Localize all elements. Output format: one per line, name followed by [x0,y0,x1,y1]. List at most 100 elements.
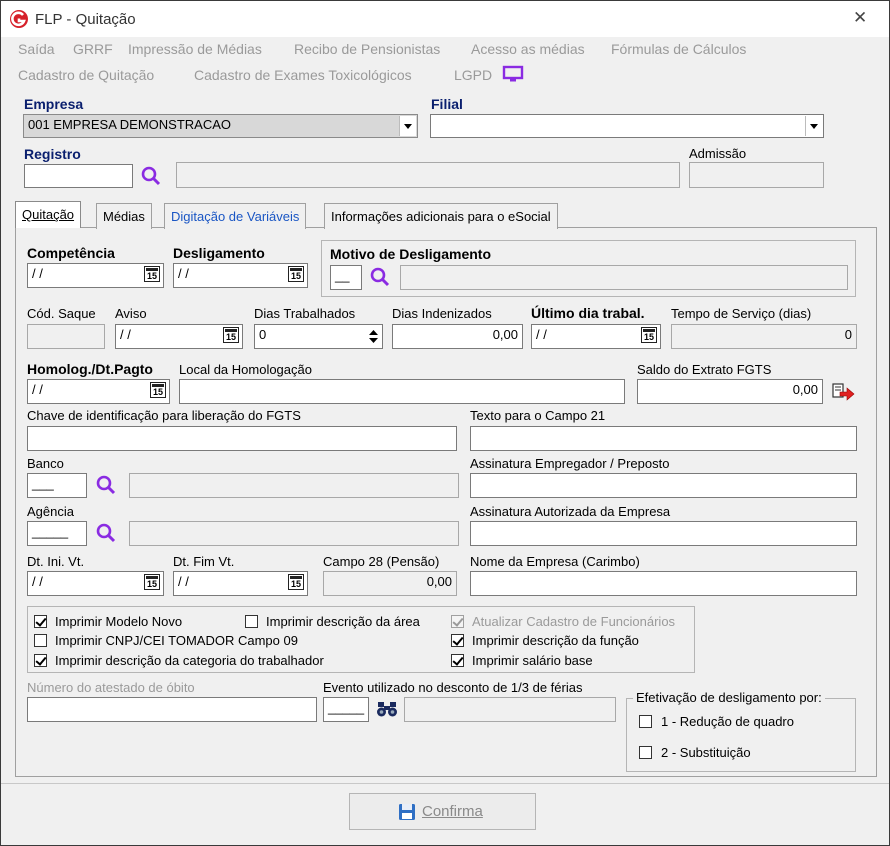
dias-trabalhados-value: 0 [259,327,267,342]
homolog-label: Homolog./Dt.Pagto [27,361,153,377]
assinatura-empregador-input[interactable] [470,473,857,498]
homolog-input[interactable]: / / 15 [27,379,170,404]
atestado-obito-input[interactable] [27,697,317,722]
substituicao-label: 2 - Substituição [661,745,751,760]
saldo-fgts-value: 0,00 [792,382,818,397]
reducao-quadro-checkbox[interactable] [639,715,652,728]
salario-base-label: Imprimir salário base [472,653,593,668]
aviso-label: Aviso [115,306,147,321]
close-icon[interactable]: ✕ [853,8,867,28]
dias-trabalhados-label: Dias Trabalhados [254,306,356,321]
menu-formulas-calculos[interactable]: Fórmulas de Cálculos [611,41,746,57]
descricao-funcao-checkbox[interactable] [451,634,464,647]
substituicao-checkbox[interactable] [639,746,652,759]
spin-arrows-icon[interactable] [368,328,379,345]
agencia-label: Agência [27,504,74,519]
calendar-icon[interactable]: 15 [144,574,160,590]
menu-grrf[interactable]: GRRF [73,41,113,57]
admissao-field [689,162,824,188]
tempo-servico-field: 0 [671,324,857,349]
assinatura-autorizada-input[interactable] [470,521,857,546]
dt-fim-vt-input[interactable]: / / 15 [173,571,308,596]
motivo-label: Motivo de Desligamento [330,246,492,262]
menu-saida[interactable]: Saída [18,41,55,57]
motivo-code-input[interactable]: __ [330,265,362,290]
registro-label: Registro [24,146,81,162]
desligamento-input[interactable]: / / 15 [173,263,308,288]
motivo-code-value: __ [335,268,350,283]
descricao-categoria-checkbox[interactable] [34,654,47,667]
cnpj-tomador-checkbox[interactable] [34,634,47,647]
menu-lgpd[interactable]: LGPD [454,67,492,83]
agencia-input[interactable]: _____ [27,521,87,546]
logo-g-icon [10,10,28,28]
footer-separator [1,783,889,784]
export-arrow-icon[interactable] [831,382,855,402]
competencia-input[interactable]: / / 15 [27,263,164,288]
texto-campo21-input[interactable] [470,426,857,451]
calendar-icon[interactable]: 15 [288,574,304,590]
chave-fgts-input[interactable] [27,426,457,451]
dt-ini-vt-label: Dt. Ini. Vt. [27,554,85,569]
menu-recibo-pensionistas[interactable]: Recibo de Pensionistas [294,41,440,57]
salario-base-checkbox[interactable] [451,654,464,667]
banco-name-field [129,473,459,498]
calendar-icon[interactable]: 15 [223,327,239,343]
homolog-value: / / [32,382,43,397]
registro-input[interactable] [24,164,133,188]
confirma-button[interactable]: Confirma [349,793,536,830]
descricao-funcao-label: Imprimir descrição da função [472,633,639,648]
texto-campo21-label: Texto para o Campo 21 [470,408,606,423]
menu-cadastro-exames[interactable]: Cadastro de Exames Toxicológicos [194,67,412,83]
menu-impressao-medias[interactable]: Impressão de Médias [128,41,262,57]
tab-info-esocial[interactable]: Informações adicionais para o eSocial [324,203,558,229]
ultimo-dia-input[interactable]: / / 15 [531,324,661,349]
nome-empresa-label: Nome da Empresa (Carimbo) [470,554,640,569]
empresa-select[interactable]: 001 EMPRESA DEMONSTRACAO [23,114,418,138]
dias-indenizados-input[interactable]: 0,00 [392,324,523,349]
chevron-down-icon[interactable] [399,116,416,136]
descricao-area-checkbox[interactable] [245,615,258,628]
calendar-icon[interactable]: 15 [150,382,166,398]
magnifier-icon[interactable] [95,522,117,544]
tab-medias[interactable]: Médias [96,203,152,229]
magnifier-icon[interactable] [369,266,391,288]
filial-select[interactable] [430,114,824,138]
tab-quitacao[interactable]: Quitação [15,201,82,228]
dias-trabalhados-spinner[interactable]: 0 [254,324,383,349]
atualizar-cadastro-label: Atualizar Cadastro de Funcionários [472,614,676,629]
banco-input[interactable]: ___ [27,473,87,498]
dt-ini-vt-input[interactable]: / / 15 [27,571,164,596]
nome-empresa-input[interactable] [470,571,857,596]
reducao-quadro-label: 1 - Redução de quadro [661,714,794,729]
binoculars-icon[interactable] [376,700,398,718]
filial-label: Filial [431,96,463,112]
ultimo-dia-label: Último dia trabal. [531,305,645,321]
menu-acesso-medias[interactable]: Acesso as médias [471,41,585,57]
competencia-value: / / [32,266,43,281]
evento-code-input[interactable]: _____ [323,697,369,722]
empresa-label: Empresa [24,96,84,112]
calendar-icon[interactable]: 15 [144,266,160,282]
dt-fim-vt-value: / / [178,574,189,589]
evento-code-value: _____ [328,700,365,715]
empresa-value: 001 EMPRESA DEMONSTRACAO [28,117,231,132]
magnifier-icon[interactable] [95,474,117,496]
monitor-icon[interactable] [502,65,524,83]
aviso-input[interactable]: / / 15 [115,324,243,349]
modelo-novo-checkbox[interactable] [34,615,47,628]
calendar-icon[interactable]: 15 [288,266,304,282]
descricao-categoria-label: Imprimir descrição da categoria do traba… [55,653,324,668]
tab-digitacao-variaveis[interactable]: Digitação de Variáveis [164,203,307,229]
saldo-fgts-input[interactable]: 0,00 [637,379,823,404]
cod-saque-field [27,324,105,349]
chevron-down-icon[interactable] [805,116,822,136]
calendar-icon[interactable]: 15 [641,327,657,343]
agencia-value: _____ [32,524,69,539]
efetivacao-label: Efetivação de desligamento por: [633,690,825,705]
local-homologacao-label: Local da Homologação [179,362,312,377]
magnifier-icon[interactable] [140,165,162,187]
menu-cadastro-quitacao[interactable]: Cadastro de Quitação [18,67,154,83]
dt-fim-vt-label: Dt. Fim Vt. [173,554,235,569]
local-homologacao-input[interactable] [179,379,625,404]
